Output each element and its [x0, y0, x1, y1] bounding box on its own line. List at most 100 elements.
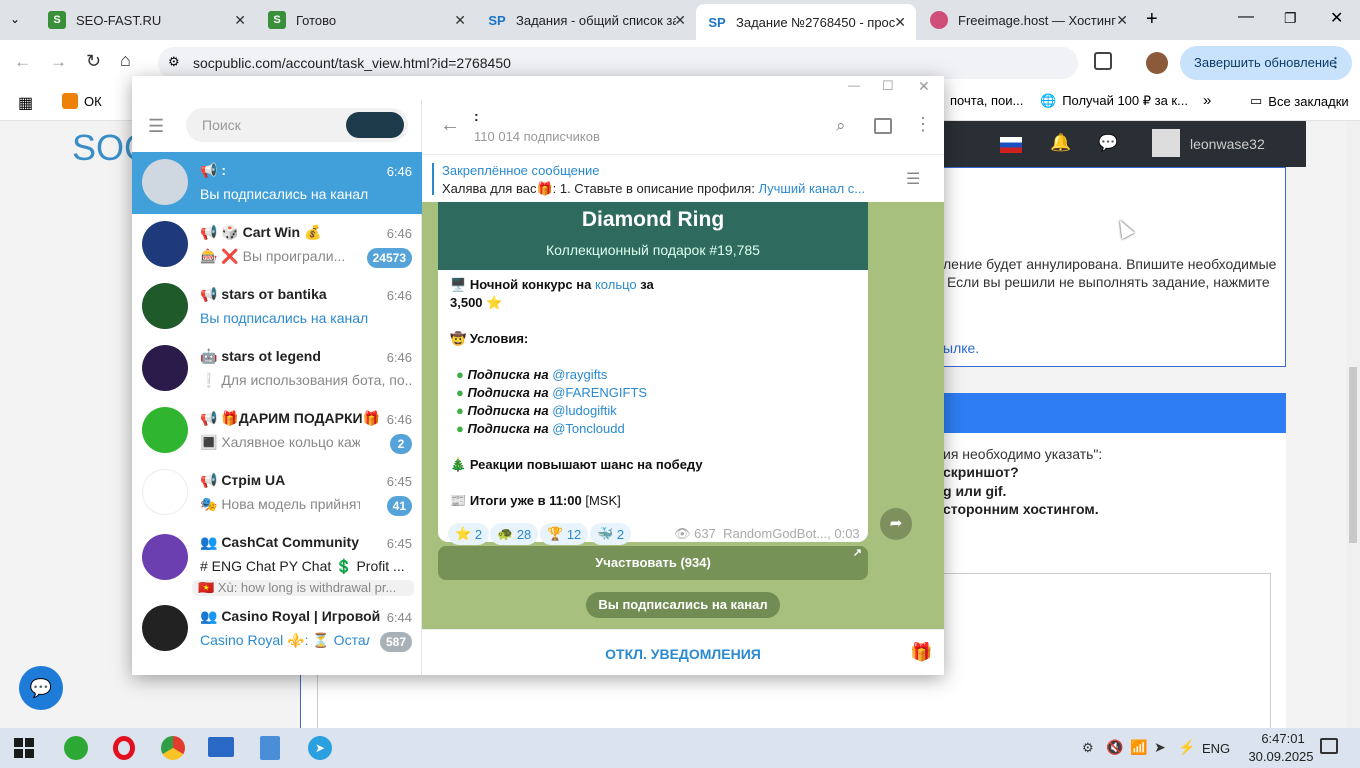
scrollbar[interactable] [1346, 121, 1360, 728]
tab-tasks-list[interactable]: SP Задания - общий список за ✕ [476, 0, 696, 40]
pinned-line [432, 163, 434, 195]
tray-telegram-icon[interactable]: ➤ [1154, 739, 1166, 756]
close-tab-icon[interactable]: ✕ [674, 12, 686, 29]
sub-link[interactable]: @ludogiftik [552, 403, 617, 418]
picture-viewer-icon[interactable] [260, 736, 280, 760]
reaction-chip[interactable]: 🏆 12 [540, 523, 589, 545]
ring-link[interactable]: кольцо [595, 277, 637, 292]
app-green-icon[interactable] [64, 736, 88, 760]
mute-button[interactable]: ОТКЛ. УВЕДОМЛЕНИЯ [422, 646, 944, 662]
profile-avatar[interactable] [1146, 52, 1168, 74]
chat-item[interactable]: 👥 Casino Royal | Игровой... 6:44 Casino … [132, 598, 422, 660]
clock-time[interactable]: 6:47:01 [1248, 731, 1318, 746]
close-tab-icon[interactable]: ✕ [894, 14, 906, 31]
globe-icon: 🌐 [1040, 93, 1057, 108]
chat-item[interactable]: 📢 🎲 Cart Win 💰 6:46 🎰 ❌ Вы проиграли... … [132, 214, 422, 276]
chat-avatar [142, 283, 188, 329]
username[interactable]: leonwase32 [1190, 136, 1265, 152]
reaction-chip[interactable]: 🐢 28 [490, 523, 539, 545]
more-bookmarks-icon[interactable]: » [1203, 92, 1211, 109]
language-indicator[interactable]: ENG [1202, 741, 1230, 756]
subscriber-count: 110 014 подписчиков [474, 129, 600, 144]
search-icon[interactable]: ⌕ [836, 116, 846, 136]
menu-icon[interactable]: ☰ [148, 116, 164, 137]
chat-item[interactable]: 📢 Стрім UA 6:45 🎭 Нова модель прийнятя..… [132, 462, 422, 524]
bell-icon[interactable]: 🔔 [1050, 133, 1071, 153]
minimize-icon[interactable]: — [1238, 8, 1254, 26]
restore-icon[interactable]: ❐ [1284, 10, 1297, 27]
extensions-icon[interactable] [1094, 52, 1112, 70]
channel-title[interactable]: : [474, 108, 479, 124]
reaction-chip[interactable]: ⭐ 2 [448, 523, 490, 545]
computer-icon[interactable] [208, 737, 234, 757]
chat-item[interactable]: 👥 CashCat Community 6:45 # ENG Chat PY C… [132, 524, 422, 598]
forward-icon[interactable]: → [50, 52, 67, 72]
start-windows-icon[interactable] [14, 738, 34, 758]
chat-avatar [142, 159, 188, 205]
pinned-bar[interactable]: Закреплённое сообщение Халява для вас🎁: … [422, 154, 944, 202]
close-window-icon[interactable]: ✕ [1330, 8, 1343, 28]
tray-volume-icon[interactable]: 🔇 [1106, 739, 1123, 756]
tg-close-icon[interactable]: ✕ [918, 78, 930, 95]
notifications-icon[interactable] [1320, 738, 1338, 754]
tab-ready[interactable]: S Готово ✕ [256, 0, 476, 40]
search-input[interactable]: Поиск [186, 108, 408, 142]
back-arrow-icon[interactable]: ← [440, 114, 460, 137]
chat-item[interactable]: 📢 🎁ДАРИМ ПОДАРКИ🎁 6:46 🔳 Халявное кольцо… [132, 400, 422, 462]
chat-list: 📢 : 6:46 Вы подписались на канал 📢 🎲 Car… [132, 152, 422, 675]
post-bubble: Diamond Ring Коллекционный подарок #19,7… [438, 202, 868, 545]
freeimage-favicon-icon [930, 11, 948, 29]
sub-link[interactable]: @raygifts [552, 367, 607, 382]
site-info-icon[interactable]: ⚙ [168, 54, 180, 70]
bookmark-mail[interactable]: почта, пои... [950, 93, 1023, 108]
pinned-list-icon[interactable]: ☰ [906, 169, 920, 189]
gift-icon[interactable]: 🎁 [910, 642, 932, 663]
chat-avatar [142, 605, 188, 651]
tray-wifi-icon[interactable]: 📶 [1130, 739, 1147, 756]
reaction-chip[interactable]: 🐳 2 [590, 523, 632, 545]
chat-item[interactable]: 📢 : 6:46 Вы подписались на канал [132, 152, 422, 214]
unread-badge: 587 [379, 632, 412, 652]
tray-power-icon[interactable]: ⚡ [1178, 739, 1195, 756]
new-tab-icon[interactable]: + [1146, 8, 1158, 31]
chat-icon[interactable]: 💬 [1098, 133, 1118, 153]
chrome-icon[interactable] [161, 736, 185, 760]
chat-item[interactable]: 📢 stars от bantika 6:46 Вы подписались н… [132, 276, 422, 338]
socpublic-favicon-icon: SP [488, 12, 506, 28]
sub-link[interactable]: @Toncloudd [552, 421, 624, 436]
address-bar[interactable]: ⚙ socpublic.com/account/task_view.html?i… [158, 47, 1078, 79]
bookmark-get100[interactable]: 🌐 Получай 100 ₽ за к... [1040, 93, 1188, 109]
tab-freeimage[interactable]: Freeimage.host — Хостинг ✕ [918, 0, 1138, 40]
link-text[interactable]: ылке. [943, 340, 979, 356]
russia-flag-icon[interactable] [1000, 137, 1022, 153]
tg-maximize-icon[interactable]: ☐ [882, 78, 894, 94]
all-bookmarks[interactable]: ▭ Все закладки [1250, 93, 1349, 109]
close-tab-icon[interactable]: ✕ [1116, 12, 1128, 29]
telegram-taskbar-icon[interactable]: ➤ [308, 736, 332, 760]
back-icon[interactable]: ← [14, 52, 31, 72]
sub-link[interactable]: @FARENGIFTS [552, 385, 647, 400]
chat-avatar [142, 345, 188, 391]
tg-minimize-icon[interactable]: — [848, 78, 860, 92]
tray-network-icon[interactable]: ⚙ [1082, 740, 1094, 756]
support-chat-button[interactable]: 💬 [19, 666, 63, 710]
reload-icon[interactable]: ↻ [86, 51, 101, 72]
user-avatar[interactable] [1152, 129, 1180, 157]
sidebar-toggle-icon[interactable] [874, 118, 892, 134]
apps-grid-icon[interactable]: ▦ [18, 93, 33, 113]
home-icon[interactable]: ⌂ [120, 50, 131, 71]
tab-seofast[interactable]: S SEO-FAST.RU ✕ [36, 0, 256, 40]
participate-button[interactable]: Участвовать (934) ↗ [438, 546, 868, 580]
clock-date[interactable]: 30.09.2025 [1236, 749, 1326, 764]
more-options-icon[interactable]: ⋮ [914, 114, 932, 135]
close-tab-icon[interactable]: ✕ [454, 12, 466, 29]
tab-task-view[interactable]: SP Задание №2768450 - прос ✕ [696, 4, 916, 40]
bookmark-ok[interactable]: ОК [62, 93, 102, 109]
story-avatars[interactable] [346, 112, 404, 138]
close-tab-icon[interactable]: ✕ [234, 12, 246, 29]
opera-icon[interactable] [113, 736, 135, 760]
forward-icon[interactable]: ➦ [880, 508, 912, 540]
tab-search-icon[interactable]: ⌄ [10, 12, 20, 26]
update-button[interactable]: Завершить обновление ⋮ [1180, 46, 1352, 80]
chat-item[interactable]: 🤖 stars ot legend 6:46 ❕ Для использован… [132, 338, 422, 400]
